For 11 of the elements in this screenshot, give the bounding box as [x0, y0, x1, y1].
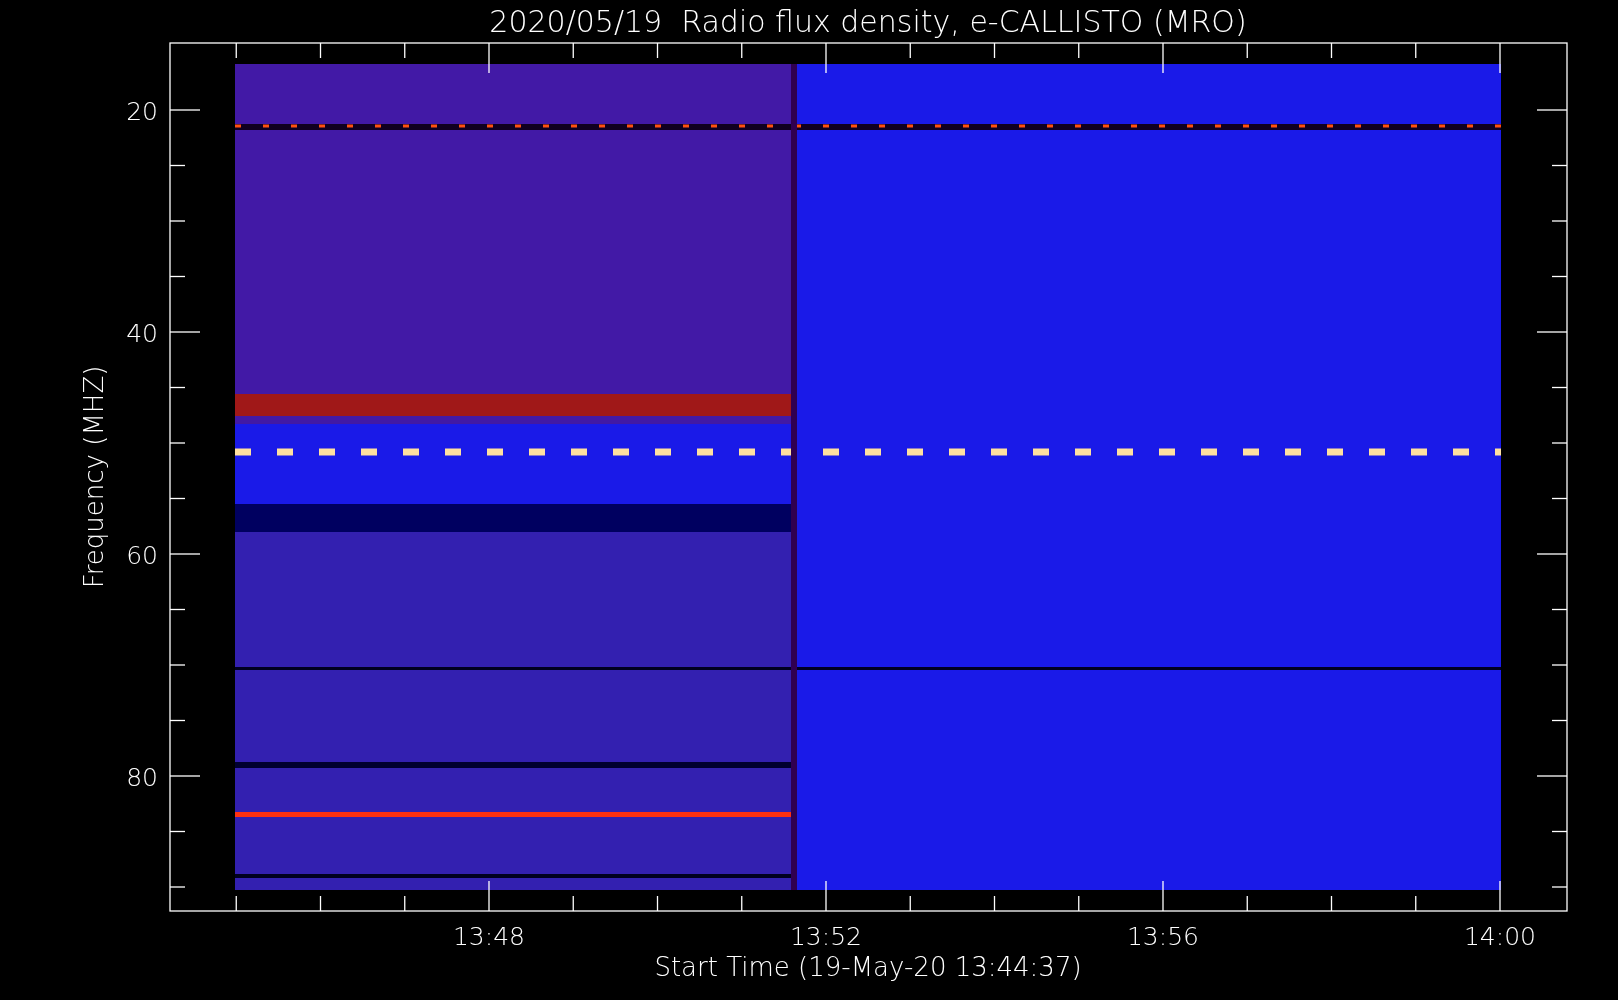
tick-label: 20 — [126, 97, 158, 126]
tick-label: 60 — [126, 541, 158, 570]
tick-label: 40 — [126, 319, 158, 348]
axis-label: Frequency (MHZ) — [79, 365, 109, 589]
chart-title: 2020/05/19 Radio flux density, e-CALLISTO (MRO) — [489, 4, 1247, 39]
tick-label: 13:56 — [1127, 922, 1199, 951]
tick-label: 13:52 — [790, 922, 862, 951]
tick-label: 80 — [126, 763, 158, 792]
axis-label: Start Time (19-May-20 13:44:37) — [654, 952, 1082, 982]
tick-label: 13:48 — [453, 922, 525, 951]
tick-label: 14:00 — [1464, 922, 1536, 951]
